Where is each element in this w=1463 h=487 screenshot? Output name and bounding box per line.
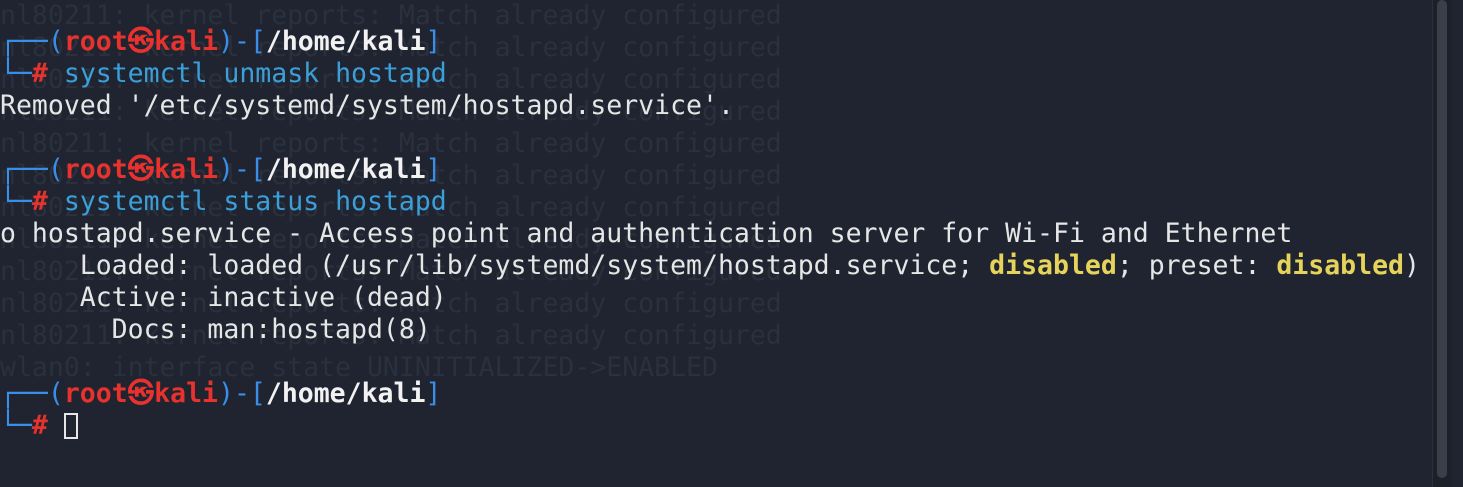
prompt-hash: # <box>31 410 48 441</box>
terminal-window[interactable]: nl80211: kernel reports: Match already c… <box>0 0 1463 487</box>
prompt-corner: └─ <box>0 186 32 217</box>
prompt-corner: └─ <box>0 58 32 89</box>
scrollbar-thumb[interactable] <box>1437 0 1447 478</box>
prompt-bracket: )-[ <box>217 378 266 409</box>
prompt-hash: # <box>31 58 48 89</box>
prompt-path: /home/kali <box>265 154 426 185</box>
text-cursor[interactable] <box>63 413 78 439</box>
command-line: └─# systemctl unmask hostapd <box>0 58 447 90</box>
prompt-bracket: ] <box>425 26 442 57</box>
output-line: o hostapd.service - Access point and aut… <box>0 218 1293 249</box>
scrollbar[interactable] <box>1432 0 1451 487</box>
command-line: └─# systemctl status hostapd <box>0 186 447 218</box>
output-text: ) <box>1404 250 1420 281</box>
prompt-host: kali <box>154 154 218 185</box>
output-text: ; preset: <box>1116 250 1277 281</box>
prompt-header: ┌──(root㉿kali)-[/home/kali] <box>0 378 441 410</box>
prompt-bracket: )-[ <box>217 26 266 57</box>
prompt-header: ┌──(root㉿kali)-[/home/kali] <box>0 26 441 58</box>
output-line: Docs: man:hostapd(8) <box>0 314 431 345</box>
command-input-line[interactable]: └─# <box>0 410 78 442</box>
output-line: Removed '/etc/systemd/system/hostapd.ser… <box>0 90 734 121</box>
prompt-at-icon: ㉿ <box>127 378 155 409</box>
prompt-at-icon: ㉿ <box>127 26 155 57</box>
prompt-bracket: ] <box>425 378 442 409</box>
prompt-bracket: )-[ <box>217 154 266 185</box>
status-disabled: disabled <box>1276 250 1404 281</box>
command-text: systemctl status hostapd <box>63 186 447 217</box>
prompt-path: /home/kali <box>265 378 426 409</box>
prompt-host: kali <box>154 378 218 409</box>
prompt-corner: ┌──( <box>0 26 64 57</box>
prompt-user: root <box>63 26 128 57</box>
prompt-corner: ┌──( <box>0 154 64 185</box>
prompt-header: ┌──(root㉿kali)-[/home/kali] <box>0 154 441 186</box>
prompt-corner: ┌──( <box>0 378 64 409</box>
prompt-user: root <box>63 378 128 409</box>
prompt-path: /home/kali <box>265 26 426 57</box>
output-text: Loaded: loaded (/usr/lib/systemd/system/… <box>0 250 990 281</box>
prompt-hash: # <box>31 186 48 217</box>
prompt-host: kali <box>154 26 218 57</box>
prompt-user: root <box>63 154 128 185</box>
prompt-corner: └─ <box>0 410 32 441</box>
prompt-bracket: ] <box>425 154 442 185</box>
output-line: Active: inactive (dead) <box>0 282 447 313</box>
prompt-at-icon: ㉿ <box>127 154 155 185</box>
command-text: systemctl unmask hostapd <box>63 58 447 89</box>
output-line: Loaded: loaded (/usr/lib/systemd/system/… <box>0 250 1420 282</box>
status-disabled: disabled <box>989 250 1117 281</box>
